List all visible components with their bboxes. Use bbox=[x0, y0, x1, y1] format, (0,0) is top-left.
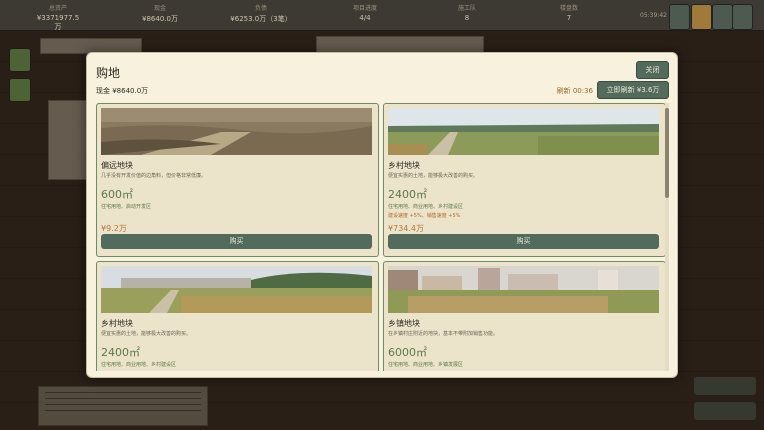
land-card: 乡镇地块 在乡镇村庄附近的地块，基本不带附加销售功能。 6000㎡ 住宅用地、商… bbox=[383, 261, 666, 371]
land-description: 便宜实惠的土地，能够极大改善的购买。 bbox=[101, 331, 192, 337]
stat-label: 施工队 bbox=[457, 5, 476, 12]
land-card: 乡村地块 便宜实惠的土地，能够极大改善的购买。 2400㎡ 住宅用地、商业用地、… bbox=[383, 103, 666, 257]
stat-value: ¥8640.0万 bbox=[142, 15, 178, 23]
stat-value: 7 bbox=[566, 14, 572, 22]
stat-value: ¥3371977.5万 bbox=[36, 14, 80, 31]
land-area: 600㎡ bbox=[101, 188, 133, 201]
land-price: ¥9.2万 bbox=[101, 224, 127, 233]
stat-label: 总资产 bbox=[48, 5, 67, 12]
stat-label: 现金 bbox=[153, 5, 166, 12]
menu-button-1[interactable] bbox=[669, 4, 690, 30]
buy-button[interactable]: 购买 bbox=[388, 234, 659, 249]
buy-button[interactable]: 购买 bbox=[101, 234, 372, 249]
stat-workers: 施工队 8 bbox=[452, 3, 482, 22]
land-description: 在乡镇村庄附近的地块，基本不带附加销售功能。 bbox=[388, 331, 499, 337]
top-stats-bar: 总资产 ¥3371977.5万 现金 ¥8640.0万 负债 ¥6253.0万（3笔）… bbox=[0, 0, 764, 31]
land-area: 2400㎡ bbox=[101, 346, 140, 359]
stat-total-assets: 总资产 ¥3371977.5万 bbox=[34, 3, 82, 32]
game-clock: 05:39:42 bbox=[640, 12, 667, 19]
land-photo bbox=[101, 108, 372, 155]
stat-value: 8 bbox=[464, 14, 470, 22]
land-photo bbox=[101, 266, 372, 313]
cash-display: 现金 ¥8640.0万 bbox=[96, 87, 149, 95]
stat-label: 楼盘数 bbox=[559, 5, 578, 12]
land-area: 2400㎡ bbox=[388, 188, 427, 201]
land-plot-grid: 偏远地块 几乎没有开发价值的边角料，但价格非常低廉。 600㎡ 住宅用地、启动开… bbox=[96, 103, 668, 371]
stat-cash: 现金 ¥8640.0万 bbox=[136, 3, 184, 24]
land-name: 偏远地块 bbox=[101, 161, 133, 170]
modal-title: 购地 bbox=[96, 66, 121, 80]
land-photo bbox=[388, 108, 659, 155]
land-name: 乡村地块 bbox=[101, 319, 133, 328]
stat-value: 4/4 bbox=[359, 14, 371, 22]
land-usage: 住宅用地、启动开发区 bbox=[101, 204, 152, 210]
land-name: 乡村地块 bbox=[388, 161, 420, 170]
stat-label: 负债 bbox=[254, 5, 267, 12]
menu-button-2[interactable] bbox=[691, 4, 712, 30]
land-photo bbox=[388, 266, 659, 313]
land-card: 乡村地块 便宜实惠的土地，能够极大改善的购买。 2400㎡ 住宅用地、商业用地、… bbox=[96, 261, 379, 371]
stat-value: ¥6253.0万（3笔） bbox=[230, 15, 292, 23]
buy-land-modal: 购地 关闭 现金 ¥8640.0万 刷新 00:36 立即刷新 ¥3.6万 偏远… bbox=[86, 52, 678, 378]
land-usage: 住宅用地、商业用地、乡村建设区 bbox=[388, 204, 464, 210]
stat-label: 项目进度 bbox=[352, 5, 377, 12]
land-usage: 住宅用地、商业用地、乡镇发展区 bbox=[388, 362, 464, 368]
menu-button-4[interactable] bbox=[732, 4, 753, 30]
land-usage: 住宅用地、商业用地、乡村建设区 bbox=[101, 362, 177, 368]
land-card: 偏远地块 几乎没有开发价值的边角料，但价格非常低廉。 600㎡ 住宅用地、启动开… bbox=[96, 103, 379, 257]
land-area: 6000㎡ bbox=[388, 346, 427, 359]
land-bonus: 建设速度 +5%、销售速度 +5% bbox=[388, 213, 461, 219]
land-description: 便宜实惠的土地，能够极大改善的购买。 bbox=[388, 173, 479, 179]
stat-projects: 项目进度 4/4 bbox=[350, 3, 380, 22]
menu-button-3[interactable] bbox=[712, 4, 733, 30]
land-price: ¥734.4万 bbox=[388, 224, 424, 233]
land-name: 乡镇地块 bbox=[388, 319, 420, 328]
refresh-timer: 刷新 00:36 bbox=[556, 87, 593, 95]
stat-debt: 负债 ¥6253.0万（3笔） bbox=[228, 3, 294, 24]
land-description: 几乎没有开发价值的边角料，但价格非常低廉。 bbox=[101, 173, 207, 179]
stat-buildings: 楼盘数 7 bbox=[552, 3, 586, 22]
close-button[interactable]: 关闭 bbox=[636, 61, 669, 79]
scrollbar-thumb[interactable] bbox=[665, 108, 669, 198]
refresh-now-button[interactable]: 立即刷新 ¥3.6万 bbox=[597, 81, 669, 99]
